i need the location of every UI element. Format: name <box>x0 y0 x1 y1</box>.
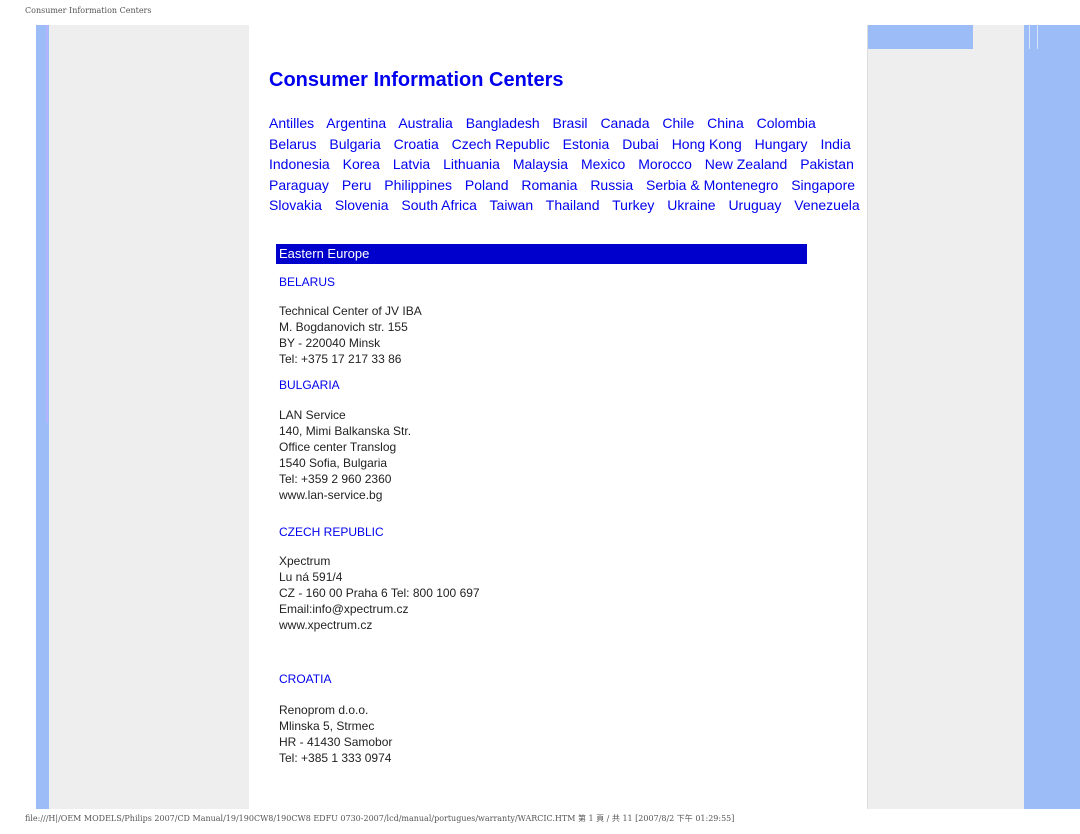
left-frame-stripe-highlight <box>46 25 48 423</box>
address-line: Tel: +385 1 333 0974 <box>279 751 392 765</box>
main-content: Consumer Information Centers Antilles Ar… <box>269 66 879 216</box>
country-link[interactable]: Serbia & Montenegro <box>646 177 778 193</box>
country-link[interactable]: Singapore <box>791 177 855 193</box>
country-link[interactable]: Korea <box>343 156 380 172</box>
country-link[interactable]: Hungary <box>755 136 808 152</box>
address-line: BY - 220040 Minsk <box>279 336 381 350</box>
country-link[interactable]: Croatia <box>394 136 439 152</box>
address-bulgaria: LAN Service 140, Mimi Balkanska Str. Off… <box>279 407 411 503</box>
country-link[interactable]: Peru <box>342 177 372 193</box>
country-link[interactable]: Estonia <box>563 136 610 152</box>
country-link[interactable]: Venezuela <box>794 197 859 213</box>
country-link[interactable]: Brasil <box>553 115 588 131</box>
country-link[interactable]: Colombia <box>757 115 816 131</box>
country-link[interactable]: Antilles <box>269 115 314 131</box>
country-link[interactable]: Bangladesh <box>466 115 540 131</box>
country-heading-bulgaria: BULGARIA <box>279 378 340 392</box>
address-belarus: Technical Center of JV IBA M. Bogdanovic… <box>279 303 422 367</box>
country-link[interactable]: Dubai <box>622 136 659 152</box>
country-link[interactable]: Argentina <box>326 115 386 131</box>
address-line: Renoprom d.o.o. <box>279 703 369 717</box>
country-link[interactable]: Australia <box>398 115 452 131</box>
address-line: www.lan-service.bg <box>279 488 383 502</box>
address-line: Office center Translog <box>279 440 397 454</box>
address-line: HR - 41430 Samobor <box>279 735 393 749</box>
address-line: Email:info@xpectrum.cz <box>279 602 409 616</box>
country-link[interactable]: China <box>707 115 744 131</box>
right-stripe-divider <box>1029 25 1030 49</box>
country-link[interactable]: Slovenia <box>335 197 389 213</box>
address-line: M. Bogdanovich str. 155 <box>279 320 408 334</box>
address-line: www.xpectrum.cz <box>279 618 373 632</box>
country-heading-belarus: BELARUS <box>279 275 336 289</box>
country-heading-czech-republic: CZECH REPUBLIC <box>279 525 384 539</box>
address-line: Xpectrum <box>279 554 331 568</box>
right-frame-top-bar <box>868 25 973 49</box>
country-link[interactable]: Czech Republic <box>452 136 550 152</box>
country-link[interactable]: Russia <box>590 177 633 193</box>
country-link[interactable]: Ukraine <box>667 197 715 213</box>
country-link[interactable]: Paraguay <box>269 177 329 193</box>
country-link[interactable]: New Zealand <box>705 156 788 172</box>
country-link[interactable]: Indonesia <box>269 156 330 172</box>
address-czech-republic: Xpectrum Lu ná 591/4 CZ - 160 00 Praha 6… <box>279 553 480 633</box>
right-nav-frame <box>868 25 1024 809</box>
country-link[interactable]: Bulgaria <box>329 136 380 152</box>
right-stripe-divider <box>1037 25 1038 49</box>
country-link[interactable]: Philippines <box>384 177 452 193</box>
country-link[interactable]: Romania <box>521 177 577 193</box>
country-link[interactable]: Belarus <box>269 136 316 152</box>
address-line: LAN Service <box>279 408 346 422</box>
address-line: CZ - 160 00 Praha 6 Tel: 800 100 697 <box>279 586 480 600</box>
address-line: Lu ná 591/4 <box>279 570 343 584</box>
address-line: Tel: +375 17 217 33 86 <box>279 352 402 366</box>
address-line: 140, Mimi Balkanska Str. <box>279 424 412 438</box>
right-frame-stripe <box>1024 25 1080 809</box>
address-croatia: Renoprom d.o.o. Mlinska 5, Strmec HR - 4… <box>279 702 392 766</box>
country-link[interactable]: South Africa <box>401 197 477 213</box>
country-link[interactable]: Malaysia <box>513 156 568 172</box>
region-header: Eastern Europe <box>276 244 807 264</box>
country-link[interactable]: Poland <box>465 177 509 193</box>
country-link[interactable]: Slovakia <box>269 197 322 213</box>
country-heading-croatia: CROATIA <box>279 672 332 686</box>
country-link[interactable]: Morocco <box>638 156 692 172</box>
country-link[interactable]: Turkey <box>612 197 654 213</box>
country-link[interactable]: Mexico <box>581 156 625 172</box>
address-line: 1540 Sofia, Bulgaria <box>279 456 388 470</box>
print-footer: file:///H|/OEM MODELS/Philips 2007/CD Ma… <box>25 814 735 823</box>
left-nav-frame <box>36 25 249 809</box>
country-link[interactable]: Thailand <box>546 197 600 213</box>
country-link-list: Antilles Argentina Australia Bangladesh … <box>269 113 879 216</box>
country-link[interactable]: Uruguay <box>728 197 781 213</box>
country-link[interactable]: Latvia <box>393 156 430 172</box>
country-link[interactable]: Canada <box>600 115 649 131</box>
country-link[interactable]: India <box>820 136 850 152</box>
address-line: Mlinska 5, Strmec <box>279 719 375 733</box>
address-line: Tel: +359 2 960 2360 <box>279 472 392 486</box>
page-title: Consumer Information Centers <box>269 69 564 91</box>
print-header: Consumer Information Centers <box>25 6 152 15</box>
address-line: Technical Center of JV IBA <box>279 304 422 318</box>
country-link[interactable]: Chile <box>662 115 694 131</box>
country-link[interactable]: Lithuania <box>443 156 500 172</box>
country-link[interactable]: Taiwan <box>490 197 534 213</box>
country-link[interactable]: Pakistan <box>800 156 854 172</box>
country-link[interactable]: Hong Kong <box>672 136 742 152</box>
